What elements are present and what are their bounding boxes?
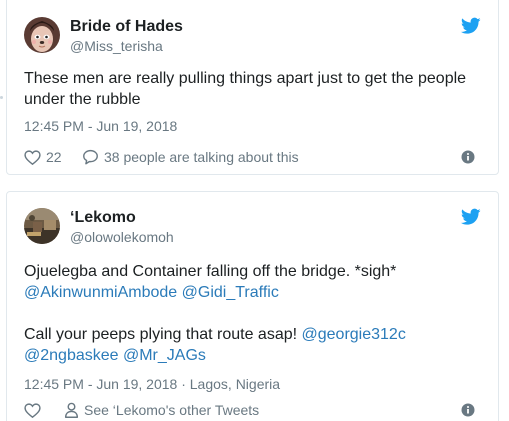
tweet-timestamp[interactable]: 12:45 PM - Jun 19, 2018 · Lagos, Nigeria — [24, 375, 280, 393]
avatar[interactable] — [24, 208, 60, 244]
info-icon[interactable] — [461, 403, 475, 417]
tweet-card[interactable]: Bride of Hades @Miss_terisha These men a… — [6, 0, 499, 175]
tweet-header: ‘Lekomo @olowolekomoh — [24, 208, 481, 248]
tweet-text-line: Call your peeps plying that route asap! — [24, 326, 298, 343]
avatar[interactable] — [24, 17, 60, 53]
tweet-actions: 22 38 people are talking about this — [24, 147, 481, 167]
heart-icon — [24, 149, 41, 165]
mention-link[interactable]: @2ngbaskee — [24, 347, 119, 364]
mention-link[interactable]: @georgie312c — [302, 326, 406, 343]
profile-link[interactable]: See ‘Lekomo's other Tweets — [64, 400, 259, 420]
mention-link[interactable]: @Gidi_Traffic — [182, 284, 279, 301]
tweet-text: Ojuelegba and Container falling off the … — [24, 261, 481, 366]
mention-link[interactable]: @AkinwunmiAmbode — [24, 284, 177, 301]
scroll-marker — [0, 96, 3, 99]
like-count: 22 — [46, 149, 62, 165]
reply-label: 38 people are talking about this — [104, 149, 299, 165]
mention-link[interactable]: @Mr_JAGs — [123, 347, 206, 364]
person-icon — [64, 402, 79, 418]
twitter-bird-icon[interactable] — [460, 17, 481, 35]
tweet-text-line: Ojuelegba and Container falling off the … — [24, 263, 397, 280]
twitter-bird-icon[interactable] — [460, 208, 481, 226]
tweet-feed: Bride of Hades @Miss_terisha These men a… — [0, 0, 509, 421]
speech-bubble-icon — [82, 149, 99, 165]
profile-label: See ‘Lekomo's other Tweets — [84, 402, 260, 418]
tweet-actions: See ‘Lekomo's other Tweets — [24, 400, 481, 420]
display-name[interactable]: Bride of Hades — [70, 17, 183, 37]
user-handle[interactable]: @olowolekomoh — [70, 228, 174, 246]
like-button[interactable]: 22 — [24, 147, 62, 167]
tweet-header: Bride of Hades @Miss_terisha — [24, 17, 481, 57]
tweet-timestamp[interactable]: 12:45 PM - Jun 19, 2018 — [24, 117, 177, 135]
display-name[interactable]: ‘Lekomo — [70, 208, 174, 228]
info-icon[interactable] — [461, 150, 475, 164]
user-handle[interactable]: @Miss_terisha — [70, 37, 183, 55]
heart-icon — [24, 402, 41, 418]
tweet-text: These men are really pulling things apar… — [24, 70, 467, 108]
like-button[interactable] — [24, 400, 41, 420]
tweet-card[interactable]: ‘Lekomo @olowolekomoh Ojuelegba and Cont… — [6, 191, 499, 421]
reply-button[interactable]: 38 people are talking about this — [82, 147, 299, 167]
